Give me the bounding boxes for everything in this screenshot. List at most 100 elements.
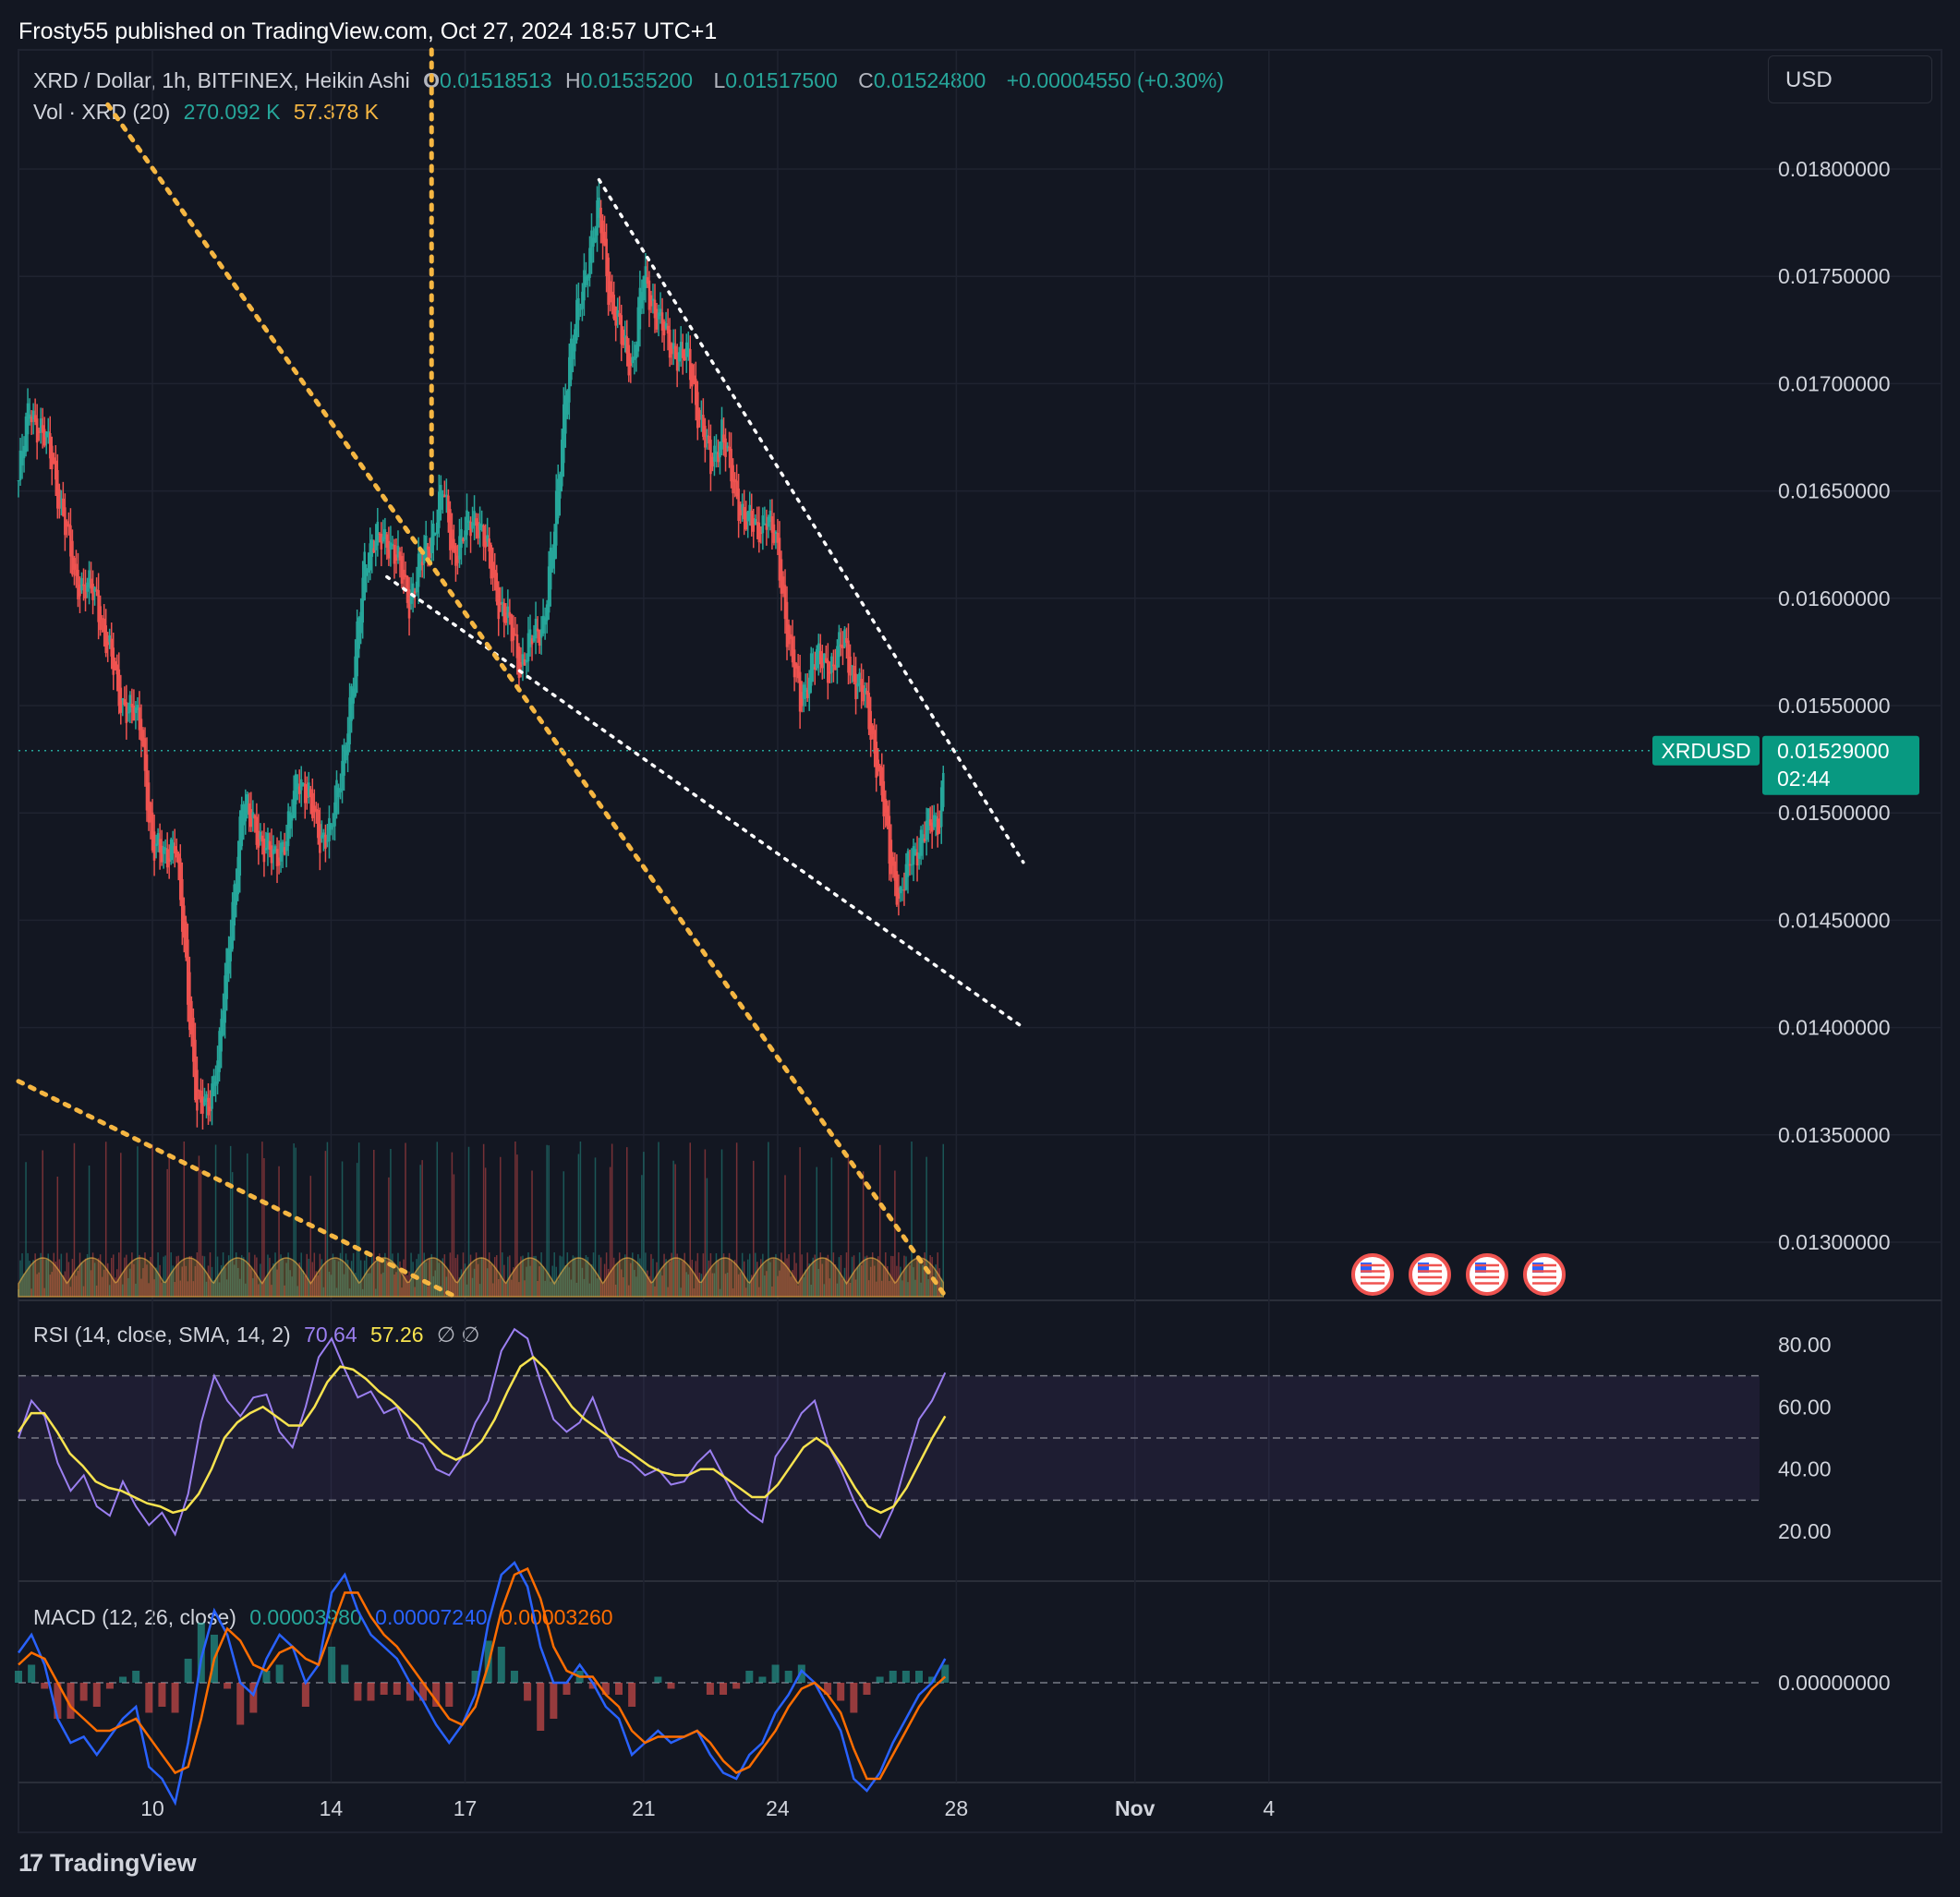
price-tick-label: 0.01650000 [1778,479,1891,503]
chart-canvas[interactable]: 0.01300000 0.01350000 0.01400000 0.01450000… [0,0,1960,1897]
macd-histogram-bar [105,1683,114,1689]
macd-histogram-bar [550,1683,558,1719]
macd-histogram-bar [720,1683,728,1695]
time-tick-label: 17 [454,1796,478,1820]
macd-histogram-bar [262,1671,271,1683]
rsi-tick-label: 20.00 [1778,1519,1832,1543]
us-flag-icon [1409,1253,1451,1296]
macd-histogram-bar [184,1659,192,1683]
macd-histogram-bar [354,1683,362,1701]
macd-histogram-bar [524,1683,532,1701]
event-markers[interactable] [1351,1253,1566,1296]
us-flag-icon [1351,1253,1394,1296]
macd-histogram-bar [145,1683,153,1713]
candle-body [910,864,913,866]
price-tick-label: 0.01600000 [1778,586,1891,610]
macd-histogram-bar [132,1671,140,1683]
time-tick-label: Nov [1115,1796,1155,1820]
time-axis[interactable]: 10 14 17 21 24 28 Nov 4 [140,1796,1275,1820]
footer-brand: TradingView [50,1849,197,1877]
candle-body [862,684,865,702]
volume-bars [18,1142,945,1298]
macd-histogram-bar [393,1683,401,1695]
macd-tick-label: 0.00000000 [1778,1671,1891,1695]
candle-body [311,792,314,818]
macd-histogram-bar [275,1664,284,1683]
candle-body [249,809,253,828]
price-tick-label: 0.01300000 [1778,1230,1891,1254]
macd-histogram-bar [445,1683,454,1707]
candle-body [830,656,833,673]
candle-body [906,851,910,877]
candle-body [17,479,20,481]
tradingview-logo-icon: 17 [18,1849,43,1877]
macd-histogram-bar [171,1683,179,1713]
candle-body [402,569,405,580]
macd-histogram-bar [628,1683,636,1707]
macd-histogram-bar [224,1683,232,1689]
us-flag-icon [1523,1253,1566,1296]
price-tag-countdown: 02:44 [1777,767,1831,791]
macd-histogram-bar [706,1683,714,1695]
trendline-2 [105,102,948,1299]
time-tick-label: 4 [1263,1796,1275,1820]
macd-histogram-bar [771,1664,780,1683]
macd-histogram-bar [758,1676,767,1683]
macd-histogram-bar [732,1683,741,1689]
price-axis[interactable]: 0.01300000 0.01350000 0.01400000 0.01450000… [1778,157,1891,1695]
price-tag-price: 0.01529000 [1777,739,1890,763]
macd-histogram-bar [301,1683,309,1707]
macd-histogram-bar [28,1664,36,1683]
macd-histogram-bar [158,1683,166,1707]
grid [18,50,1942,1782]
candle-body [380,533,383,550]
time-tick-label: 24 [766,1796,790,1820]
tradingview-logo[interactable]: 17 TradingView [18,1849,197,1878]
candle-body [127,712,130,714]
macd-histogram-bar [119,1676,127,1683]
time-tick-label: 28 [945,1796,969,1820]
candle-body [737,488,740,522]
macd-histogram-bar [667,1683,675,1689]
price-tick-label: 0.01500000 [1778,801,1891,825]
candle-body [99,606,102,631]
price-tick-label: 0.01450000 [1778,908,1891,932]
macd-histogram-bar [863,1683,871,1695]
macd-histogram-bar [876,1676,884,1683]
us-flag-icon [1466,1253,1508,1296]
candle-body [288,812,292,829]
price-tick-label: 0.01750000 [1778,264,1891,288]
price-tick-label: 0.01800000 [1778,157,1891,181]
time-tick-label: 10 [140,1796,164,1820]
candle-body [319,824,321,853]
candles[interactable] [17,180,945,1130]
macd-histogram-bar [745,1671,754,1683]
rsi-tick-label: 40.00 [1778,1457,1832,1481]
price-tag[interactable]: XRDUSD 0.01529000 02:44 [1652,735,1919,795]
macd-histogram-bar [236,1683,245,1725]
macd-histogram-bar [537,1683,545,1731]
macd-histogram-bar [654,1676,662,1683]
macd-histogram-bar [341,1664,349,1683]
price-tick-label: 0.01700000 [1778,371,1891,395]
trendline-0 [597,177,1025,864]
price-tag-symbol: XRDUSD [1661,739,1750,763]
macd-histogram-bar [497,1647,505,1683]
macd-histogram-bar [615,1683,623,1695]
price-tick-label: 0.01400000 [1778,1016,1891,1040]
macd-histogram-bar [380,1683,388,1695]
trendlines[interactable] [16,47,1025,1299]
macd-histogram-bar [92,1683,101,1707]
macd-histogram-bar [328,1647,336,1683]
macd-histogram-bar [15,1671,22,1683]
chart-frame [18,49,1942,1833]
candle-body [941,772,945,807]
rsi-tick-label: 80.00 [1778,1333,1832,1357]
macd-histogram-bar [563,1683,571,1695]
macd-histogram-bar [367,1683,375,1701]
price-tick-label: 0.01350000 [1778,1123,1891,1147]
trendline-1 [385,574,1025,1030]
macd-histogram-bar [850,1683,858,1713]
candle-body [363,551,367,600]
macd-histogram-bar [915,1671,924,1683]
